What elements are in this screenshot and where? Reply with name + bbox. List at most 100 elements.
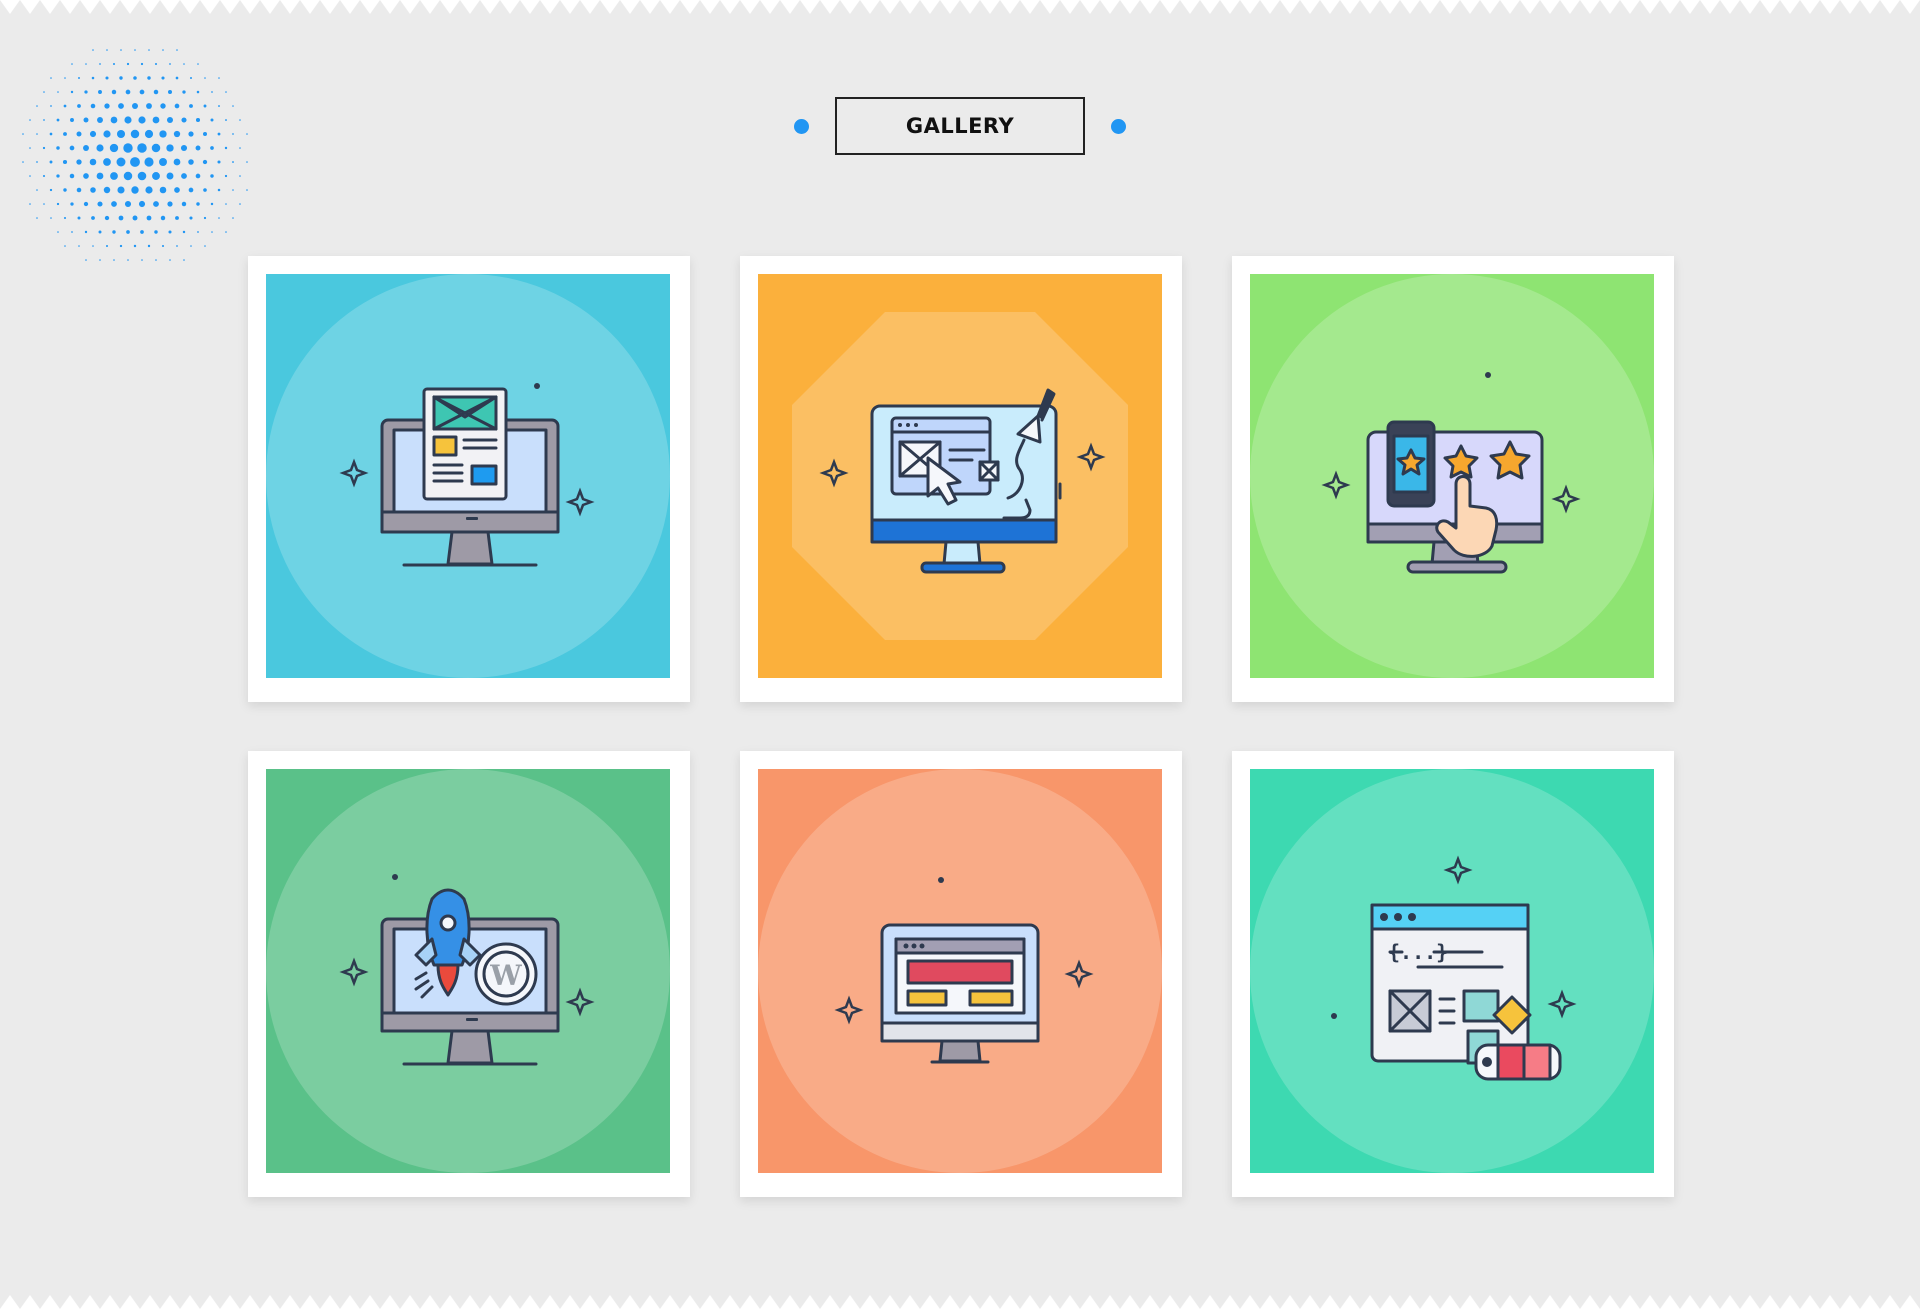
- halftone-dot: [146, 215, 152, 221]
- halftone-dot: [167, 89, 173, 95]
- halftone-dot: [197, 231, 199, 233]
- halftone-dot: [148, 49, 150, 51]
- halftone-dot: [196, 202, 200, 206]
- halftone-dot: [182, 90, 186, 94]
- halftone-dot: [71, 63, 73, 65]
- halftone-dot: [167, 201, 173, 207]
- bottom-zigzag-border: [0, 1293, 1920, 1309]
- gallery-item-monitor-rating[interactable]: [1232, 256, 1674, 702]
- halftone-dot: [29, 203, 31, 205]
- halftone-dot: [204, 245, 206, 247]
- halftone-dot: [139, 89, 145, 95]
- halftone-dot: [154, 230, 158, 234]
- halftone-dot: [239, 175, 241, 177]
- svg-text:{...}: {...}: [1388, 940, 1448, 964]
- halftone-dot: [182, 230, 186, 234]
- halftone-dot: [141, 259, 143, 261]
- gallery-item-monitor-newsletter[interactable]: [248, 256, 690, 702]
- halftone-dot: [155, 259, 157, 261]
- halftone-dot: [159, 158, 167, 166]
- gallery-item-monitor-design[interactable]: [740, 256, 1182, 702]
- halftone-dot: [90, 187, 96, 193]
- halftone-dot: [70, 90, 74, 94]
- halftone-dot: [78, 245, 80, 247]
- halftone-dot: [181, 201, 187, 207]
- halftone-dot: [50, 77, 52, 79]
- halftone-dot: [232, 189, 234, 191]
- halftone-dot: [113, 259, 115, 261]
- halftone-dot: [166, 172, 174, 180]
- halftone-dot: [99, 259, 101, 261]
- web-design-brush-icon: [758, 274, 1162, 678]
- halftone-dot: [239, 203, 241, 205]
- left-dot-icon: [794, 118, 809, 134]
- halftone-dot: [183, 63, 185, 65]
- halftone-dot: [78, 77, 80, 79]
- halftone-dot: [76, 159, 82, 165]
- halftone-dot: [106, 49, 108, 51]
- halftone-dot: [168, 230, 172, 234]
- halftone-dot: [36, 217, 38, 219]
- gallery-item-code-palette[interactable]: {...}: [1232, 751, 1674, 1197]
- halftone-dot: [189, 216, 193, 220]
- halftone-dot: [144, 157, 154, 167]
- halftone-dot: [217, 160, 221, 164]
- halftone-dot: [225, 203, 227, 205]
- halftone-dot: [211, 91, 213, 93]
- halftone-dot: [140, 62, 144, 66]
- halftone-dot: [204, 77, 206, 79]
- halftone-dot: [137, 171, 147, 181]
- halftone-dot: [175, 216, 179, 220]
- halftone-dot: [162, 49, 164, 51]
- halftone-dot: [77, 216, 81, 220]
- halftone-dot: [71, 231, 73, 233]
- monitor-layout-icon: [266, 274, 670, 678]
- halftone-dot: [118, 215, 124, 221]
- halftone-dot: [138, 200, 146, 208]
- halftone-dot: [56, 202, 60, 206]
- halftone-dot: [49, 160, 53, 164]
- halftone-dot: [188, 159, 194, 165]
- halftone-dot: [203, 216, 207, 220]
- halftone-dot: [70, 202, 74, 206]
- halftone-dot: [131, 186, 139, 194]
- halftone-dot: [210, 202, 214, 206]
- halftone-dot: [116, 157, 126, 167]
- halftone-dot: [224, 174, 228, 178]
- halftone-dot: [120, 49, 122, 51]
- halftone-dot: [98, 90, 102, 94]
- halftone-dot: [99, 63, 101, 65]
- halftone-dot: [203, 188, 207, 192]
- halftone-dot: [132, 215, 138, 221]
- gallery-item-monitor-wordpress[interactable]: W: [248, 751, 690, 1197]
- halftone-dot: [202, 159, 208, 165]
- halftone-dot: [225, 231, 227, 233]
- halftone-dot: [97, 201, 103, 207]
- rating-stars-icon: [1250, 274, 1654, 678]
- halftone-dot: [64, 77, 66, 79]
- halftone-dot: [125, 89, 131, 95]
- halftone-dot: [152, 172, 160, 180]
- halftone-dot: [105, 244, 109, 248]
- halftone-dot: [98, 230, 102, 234]
- halftone-dot: [83, 173, 89, 179]
- halftone-dot: [111, 89, 117, 95]
- halftone-dot: [161, 76, 165, 80]
- halftone-dot: [190, 245, 192, 247]
- halftone-dot: [176, 49, 178, 51]
- halftone-dot: [36, 189, 38, 191]
- halftone-dot: [196, 90, 200, 94]
- halftone-dot: [145, 186, 153, 194]
- gallery-item-monitor-webpage[interactable]: [740, 751, 1182, 1197]
- halftone-dot: [92, 245, 94, 247]
- halftone-dot: [232, 217, 234, 219]
- halftone-dot: [181, 173, 187, 179]
- halftone-dot: [85, 63, 87, 65]
- halftone-dot: [232, 161, 234, 163]
- halftone-dot: [169, 63, 171, 65]
- halftone-dot: [133, 244, 137, 248]
- halftone-dot: [56, 174, 60, 178]
- halftone-dot: [210, 174, 214, 178]
- halftone-dot: [174, 187, 180, 193]
- halftone-dot: [105, 76, 109, 80]
